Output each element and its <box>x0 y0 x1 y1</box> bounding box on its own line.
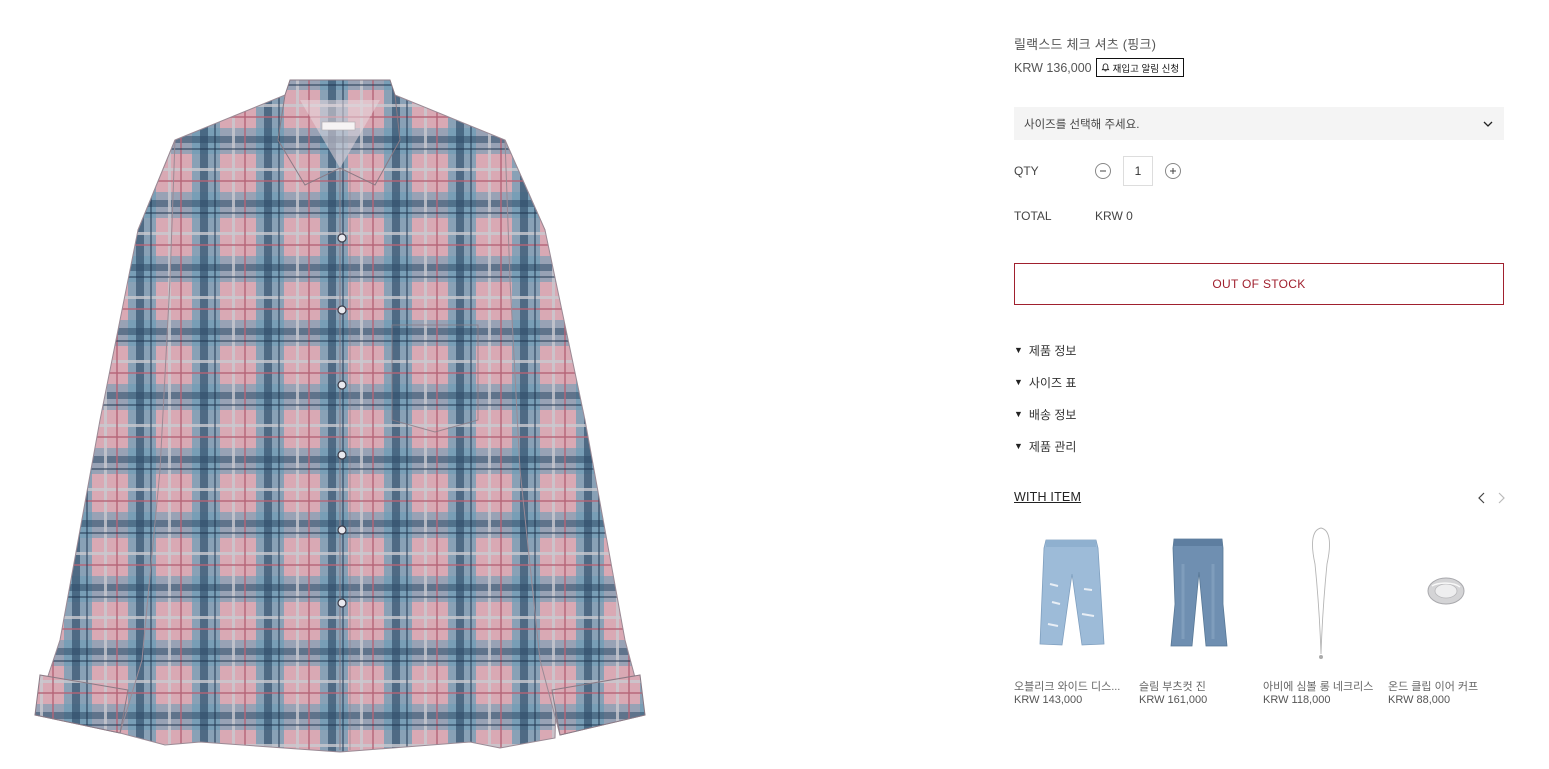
distressed-wide-jeans-image <box>1039 539 1105 646</box>
related-product-price: KRW 88,000 <box>1388 694 1451 706</box>
with-item-title[interactable]: WITH ITEM <box>1014 490 1081 504</box>
total-label: TOTAL <box>1014 209 1052 223</box>
product-image <box>0 0 680 769</box>
accordion-shipping-info[interactable]: ▼ 배송 정보 <box>1014 406 1076 422</box>
bootcut-jeans-image <box>1170 538 1228 647</box>
accordion-product-care[interactable]: ▼ 제품 관리 <box>1014 438 1076 454</box>
bell-icon <box>1101 63 1110 72</box>
accordion-label: 제품 정보 <box>1028 343 1077 358</box>
quantity-input[interactable] <box>1123 156 1153 186</box>
related-product-price: KRW 118,000 <box>1263 694 1331 706</box>
price-row: KRW 136,000 재입고 알림 신청 <box>1014 58 1185 77</box>
accordion-label: 사이즈 표 <box>1028 375 1077 390</box>
with-item-carousel: 오블리크 와이드 디스... KRW 143,000 슬림 부츠컷 진 KRW … <box>1014 524 1514 714</box>
caret-down-icon: ▼ <box>1014 345 1023 355</box>
plus-icon <box>1170 168 1176 174</box>
related-product-name: 아비에 심볼 롱 네크리스 <box>1263 681 1374 693</box>
out-of-stock-button[interactable]: OUT OF STOCK <box>1014 263 1504 305</box>
caret-down-icon: ▼ <box>1014 377 1023 387</box>
accordion-label: 배송 정보 <box>1028 407 1077 422</box>
related-product-price: KRW 161,000 <box>1139 694 1208 706</box>
caret-down-icon: ▼ <box>1014 409 1023 419</box>
chevron-left-icon[interactable] <box>1475 491 1489 505</box>
related-product-card[interactable]: 슬림 부츠컷 진 KRW 161,000 <box>1139 524 1254 714</box>
long-necklace-image <box>1312 527 1330 659</box>
related-product-card[interactable]: 아비에 심볼 롱 네크리스 KRW 118,000 <box>1263 524 1378 714</box>
size-select[interactable]: 사이즈를 선택해 주세요. <box>1014 107 1504 140</box>
accordion-size-chart[interactable]: ▼ 사이즈 표 <box>1014 374 1076 390</box>
product-details-accordion: ▼ 제품 정보 ▼ 사이즈 표 ▼ 배송 정보 ▼ 제품 관리 <box>1014 342 1076 470</box>
caret-down-icon: ▼ <box>1014 441 1023 451</box>
quantity-stepper: QTY <box>1014 156 1504 186</box>
accordion-label: 제품 관리 <box>1028 439 1077 454</box>
restock-alert-button[interactable]: 재입고 알림 신청 <box>1095 58 1185 77</box>
plaid-shirt-image <box>34 79 646 753</box>
ear-cuff-image <box>1427 577 1465 605</box>
quantity-decrease-button[interactable] <box>1095 163 1111 179</box>
related-product-card[interactable]: 온드 클립 이어 커프 KRW 88,000 <box>1388 524 1503 714</box>
size-select-placeholder: 사이즈를 선택해 주세요. <box>1024 118 1140 131</box>
related-product-name: 슬림 부츠컷 진 <box>1139 681 1206 693</box>
chevron-down-icon <box>1483 121 1493 127</box>
quantity-increase-button[interactable] <box>1165 163 1181 179</box>
total-value: KRW 0 <box>1095 209 1133 223</box>
minus-icon <box>1100 170 1106 172</box>
chevron-right-icon[interactable] <box>1494 491 1508 505</box>
accordion-product-info[interactable]: ▼ 제품 정보 <box>1014 342 1076 358</box>
product-price: KRW 136,000 <box>1014 60 1092 75</box>
related-product-name: 온드 클립 이어 커프 <box>1388 681 1479 693</box>
related-product-card[interactable]: 오블리크 와이드 디스... KRW 143,000 <box>1014 524 1129 714</box>
quantity-label: QTY <box>1014 164 1039 178</box>
restock-alert-label: 재입고 알림 신청 <box>1112 63 1180 75</box>
product-info-panel: 릴랙스드 체크 셔츠 (핑크) KRW 136,000 재입고 알림 신청 사이… <box>1014 0 1505 769</box>
product-title: 릴랙스드 체크 셔츠 (핑크) <box>1014 37 1157 52</box>
related-product-name: 오블리크 와이드 디스... <box>1014 681 1121 693</box>
with-item-header: WITH ITEM <box>1014 490 1505 508</box>
related-product-price: KRW 143,000 <box>1014 694 1083 706</box>
